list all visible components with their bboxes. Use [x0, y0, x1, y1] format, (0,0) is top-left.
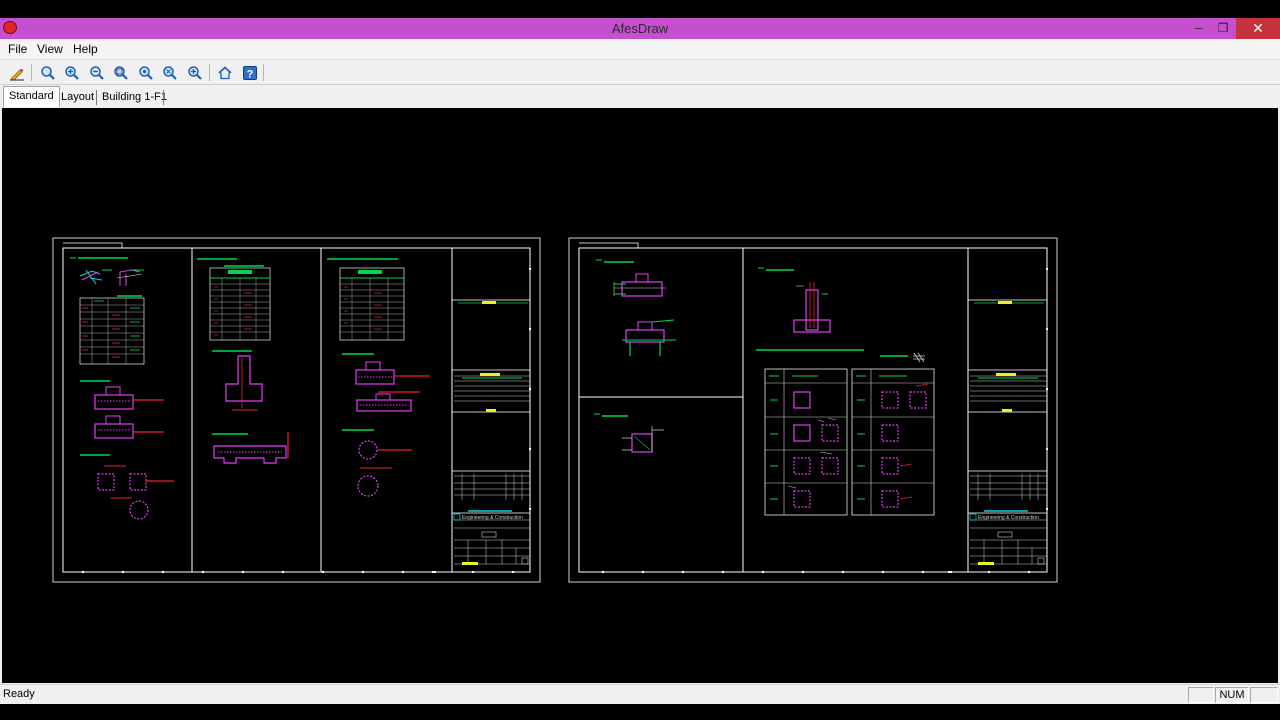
drawing-canvas[interactable]: Engineering & Construction Engineering &…	[2, 108, 1278, 683]
menu-bar: File View Help	[0, 39, 1280, 59]
zoom-out-icon[interactable]	[87, 63, 107, 82]
restore-button[interactable]: ❐	[1211, 18, 1235, 39]
tab-bar: Standard Layout Building 1-F1	[0, 84, 1280, 108]
toolbar-separator	[209, 64, 210, 81]
top-screen-edge	[0, 0, 1280, 18]
drawing-sheet-1[interactable]: Engineering & Construction	[52, 237, 541, 583]
toolbar-separator	[31, 64, 32, 81]
window-title: AfesDraw	[611, 21, 669, 36]
pencil-icon[interactable]	[7, 63, 27, 82]
minimize-button[interactable]: –	[1187, 18, 1211, 39]
zoom-previous-icon[interactable]	[185, 63, 205, 82]
title-block-company: Engineering & Construction	[978, 515, 1039, 521]
home-icon[interactable]	[215, 63, 235, 82]
status-bar: Ready NUM	[0, 684, 1280, 704]
toolbar-separator	[263, 64, 264, 81]
title-bar[interactable]: AfesDraw – ❐ ✕	[0, 18, 1280, 39]
zoom-icon[interactable]	[38, 63, 58, 82]
help-icon[interactable]: ?	[240, 63, 260, 82]
close-button[interactable]: ✕	[1236, 18, 1280, 39]
tab-separator	[163, 90, 164, 105]
zoom-all-icon[interactable]	[136, 63, 156, 82]
title-block-company: Engineering & Construction	[462, 515, 523, 521]
zoom-window-icon[interactable]	[111, 63, 131, 82]
drawing-sheet-2[interactable]: Engineering & Construction	[568, 237, 1058, 583]
menu-view[interactable]: View	[31, 39, 69, 59]
status-pane-empty	[1250, 687, 1278, 703]
bottom-screen-edge	[0, 704, 1280, 720]
status-num-indicator: NUM	[1215, 687, 1249, 703]
status-text: Ready	[3, 688, 35, 700]
tab-building-1-f1[interactable]: Building 1-F1	[97, 88, 172, 107]
tab-standard[interactable]: Standard	[3, 86, 60, 107]
drawing-sheets[interactable]: Engineering & Construction Engineering &…	[2, 108, 1278, 683]
menu-file[interactable]: File	[2, 39, 33, 59]
menu-help[interactable]: Help	[67, 39, 104, 59]
zoom-extents-icon[interactable]	[160, 63, 180, 82]
toolbar: ?	[0, 59, 1280, 84]
status-pane-empty	[1188, 687, 1214, 703]
tab-layout[interactable]: Layout	[56, 88, 99, 107]
svg-text:?: ?	[247, 68, 254, 80]
zoom-in-icon[interactable]	[62, 63, 82, 82]
